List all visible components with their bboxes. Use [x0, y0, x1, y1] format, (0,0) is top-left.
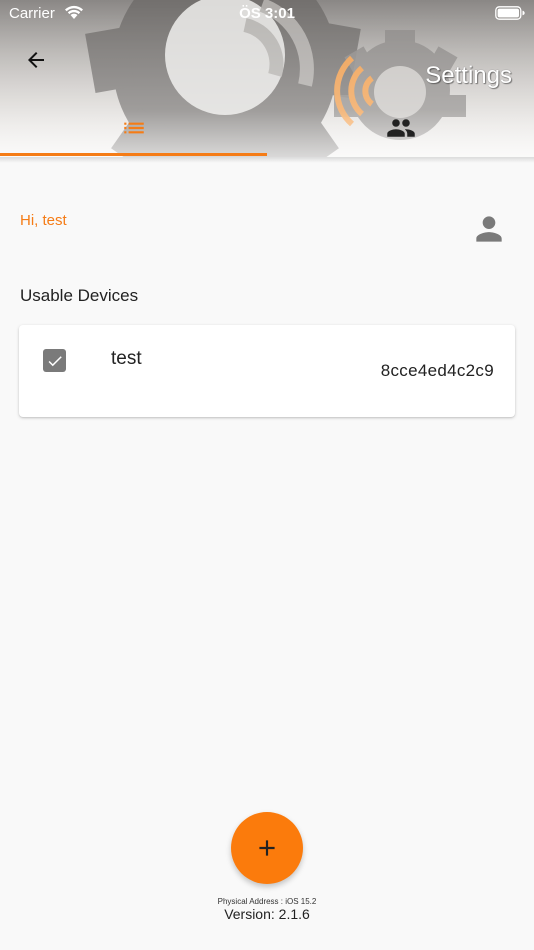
device-checkbox[interactable] [43, 349, 66, 372]
device-id: 8cce4ed4c2c9 [380, 361, 494, 380]
tab-devices[interactable] [0, 100, 267, 155]
people-icon [386, 118, 415, 137]
list-icon [123, 122, 144, 133]
back-button[interactable] [18, 42, 54, 78]
profile-button[interactable] [468, 208, 510, 250]
battery-icon [495, 6, 525, 20]
header: Carrier ÖS 3:01 Settings [0, 0, 534, 157]
usable-devices-title: Usable Devices [20, 286, 139, 305]
header-shadow [0, 157, 534, 163]
device-name: test [111, 348, 142, 369]
plus-icon [259, 840, 275, 856]
status-time: ÖS 3:01 [239, 5, 295, 22]
page-title: Settings [425, 62, 512, 89]
check-icon [48, 355, 62, 366]
arrow-left-icon [28, 52, 44, 68]
person-icon [476, 216, 502, 242]
add-device-button[interactable] [231, 812, 303, 884]
tab-indicator [0, 153, 267, 156]
physical-address-text: Physical Address : iOS 15.2 [217, 897, 317, 906]
tab-users[interactable] [267, 100, 534, 155]
greeting-text: Hi, test [20, 212, 67, 229]
status-bar: Carrier ÖS 3:01 [0, 0, 534, 30]
device-card[interactable]: test 8cce4ed4c2c9 [19, 325, 515, 417]
version-text: Version: 2.1.6 [224, 906, 310, 922]
settings-screen: Carrier ÖS 3:01 Settings Hi, test Usable… [0, 0, 534, 950]
